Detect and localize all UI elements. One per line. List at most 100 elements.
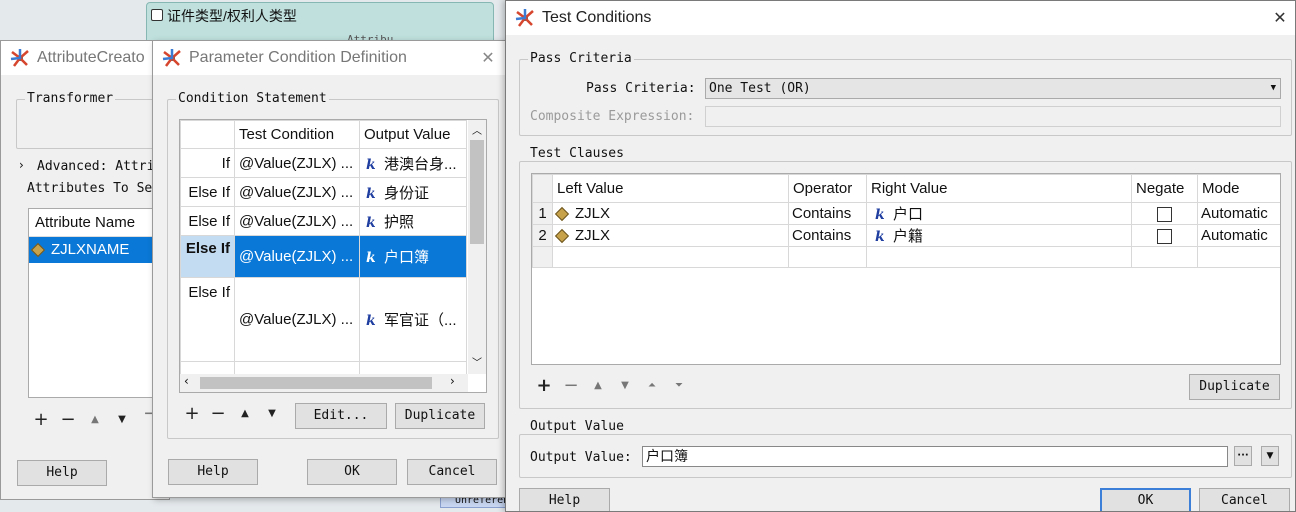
mode-header: Mode (1197, 174, 1280, 203)
scroll-right-icon[interactable]: › (450, 374, 455, 388)
help-button[interactable]: Help (168, 459, 258, 485)
condition-table: Test Condition Output Value If @Value(ZJ… (179, 119, 487, 393)
scroll-down-icon[interactable]: ﹀ (472, 354, 482, 369)
ok-button[interactable]: OK (307, 459, 397, 485)
output-value-header: Output Value (359, 120, 467, 149)
constant-k-icon: k (366, 185, 376, 202)
right-value-header: Right Value (866, 174, 1132, 203)
close-icon[interactable]: ✕ (1269, 7, 1291, 29)
window-title: Parameter Condition Definition (189, 49, 407, 66)
transformer-label: Transformer (25, 91, 116, 106)
window-title: Test Conditions (542, 9, 652, 26)
duplicate-button[interactable]: Duplicate (1189, 374, 1280, 400)
duplicate-button[interactable]: Duplicate (395, 403, 485, 429)
add-icon[interactable]: + (30, 409, 52, 431)
attribute-table: Attribute Name ZJLXNAME (28, 208, 168, 398)
pass-criteria-label: Pass Criteria: (586, 81, 696, 96)
attribute-name-header: Attribute Name (29, 209, 167, 237)
window-title: AttributeCreato (37, 49, 145, 66)
cancel-button[interactable]: Cancel (1199, 488, 1290, 511)
test-clauses-table: Left Value Operator Right Value Negate M… (531, 173, 1281, 365)
fme-logo-icon (515, 9, 534, 27)
test-conditions-dialog: Test Conditions ✕ Pass Criteria Pass Cri… (505, 0, 1296, 512)
fme-logo-icon (10, 49, 29, 67)
attribute-creator-dialog: AttributeCreato Transformer › Advanced: … (0, 40, 170, 500)
move-up-icon[interactable]: ▲ (234, 403, 256, 425)
move-down-icon[interactable]: ▼ (614, 375, 636, 397)
constant-k-icon: k (875, 207, 885, 223)
constant-k-icon: k (366, 214, 376, 231)
dropdown-arrow-icon: ▼ (1270, 83, 1276, 93)
move-up-icon[interactable]: ▲ (84, 409, 106, 431)
advanced-label[interactable]: Advanced: Attri (37, 159, 154, 174)
ellipsis-button[interactable]: ··· (1234, 446, 1252, 466)
add-icon[interactable]: + (181, 403, 203, 425)
attributes-to-set-label: Attributes To Se (27, 181, 153, 196)
output-value-label: Output Value: (530, 450, 632, 465)
output-menu-button[interactable]: ▼ (1261, 446, 1279, 466)
test-clauses-group-label: Test Clauses (528, 146, 626, 161)
output-value-input[interactable]: 户口簿 (642, 446, 1228, 467)
add-icon[interactable]: + (533, 375, 555, 397)
condition-statement-label: Condition Statement (176, 91, 329, 106)
node-icon (151, 9, 163, 21)
table-row[interactable]: Else If @Value(ZJLX) ... k 军官证（... (180, 277, 467, 362)
ok-button[interactable]: OK (1100, 488, 1191, 511)
negate-checkbox[interactable] (1157, 206, 1172, 222)
clause-row-empty[interactable] (532, 246, 1280, 268)
help-button[interactable]: Help (17, 460, 107, 486)
vertical-scrollbar[interactable]: ︿ ﹀ (468, 120, 486, 374)
transformer-group (16, 99, 166, 149)
pass-criteria-select[interactable]: One Test (OR) ▼ (705, 78, 1281, 99)
table-row-selected[interactable]: Else If @Value(ZJLX) ... k 户口簿 (180, 235, 467, 278)
constant-k-icon: k (366, 250, 376, 266)
keyword-header (180, 120, 235, 149)
move-down-icon[interactable]: ▼ (111, 409, 133, 431)
parameter-condition-dialog: Parameter Condition Definition ✕ Conditi… (152, 40, 508, 498)
left-value-header: Left Value (552, 174, 789, 203)
help-button[interactable]: Help (519, 488, 610, 511)
cancel-button[interactable]: Cancel (407, 459, 497, 485)
remove-icon[interactable]: − (207, 403, 229, 425)
negate-checkbox[interactable] (1157, 228, 1172, 244)
move-bottom-icon[interactable]: ⏷ (668, 375, 690, 397)
fme-logo-icon (162, 49, 181, 67)
composite-expression-input[interactable] (705, 106, 1281, 127)
operator-header: Operator (788, 174, 867, 203)
composite-expression-label: Composite Expression: (530, 109, 695, 124)
constant-k-icon: k (366, 156, 376, 173)
test-condition-header: Test Condition (234, 120, 360, 149)
remove-icon[interactable]: − (560, 375, 582, 397)
attribute-icon (30, 242, 46, 258)
clause-row[interactable]: 2 ZJLX Contains k 户籍 Automatic (532, 224, 1280, 247)
table-row[interactable]: Else If @Value(ZJLX) ... k 护照 (180, 206, 467, 236)
move-up-icon[interactable]: ▲ (587, 375, 609, 397)
pass-criteria-group-label: Pass Criteria (528, 51, 634, 66)
constant-k-icon: k (875, 229, 885, 245)
output-value-group-label: Output Value (528, 419, 626, 434)
table-row[interactable]: If @Value(ZJLX) ... k 港澳台身... (180, 148, 467, 178)
advanced-chevron-icon[interactable]: › (19, 158, 24, 172)
horizontal-scrollbar[interactable]: ‹ › (180, 374, 468, 392)
scroll-up-icon[interactable]: ︿ (472, 122, 482, 137)
scroll-left-icon[interactable]: ‹ (184, 374, 189, 388)
move-top-icon[interactable]: ⏶ (641, 375, 663, 397)
clause-row[interactable]: 1 ZJLX Contains k 户口 Automatic (532, 202, 1280, 225)
close-icon[interactable]: ✕ (477, 47, 499, 69)
edit-button[interactable]: Edit... (295, 403, 387, 429)
title-bar: AttributeCreato (1, 41, 169, 75)
attribute-icon (554, 228, 570, 244)
title-bar: Parameter Condition Definition ✕ (153, 41, 507, 75)
node-title: 证件类型/权利人类型 (167, 8, 297, 24)
table-row[interactable]: ZJLXNAME (29, 237, 167, 263)
dropdown-arrow-icon: ▼ (1266, 451, 1274, 461)
move-down-icon[interactable]: ▼ (261, 403, 283, 425)
constant-k-icon: k (366, 313, 376, 329)
remove-icon[interactable]: − (57, 409, 79, 431)
scroll-thumb[interactable] (470, 140, 484, 244)
title-bar: Test Conditions ✕ (506, 1, 1295, 35)
hscroll-thumb[interactable] (200, 377, 432, 389)
row-number-header (532, 174, 553, 203)
negate-header: Negate (1131, 174, 1198, 203)
table-row[interactable]: Else If @Value(ZJLX) ... k 身份证 (180, 177, 467, 207)
